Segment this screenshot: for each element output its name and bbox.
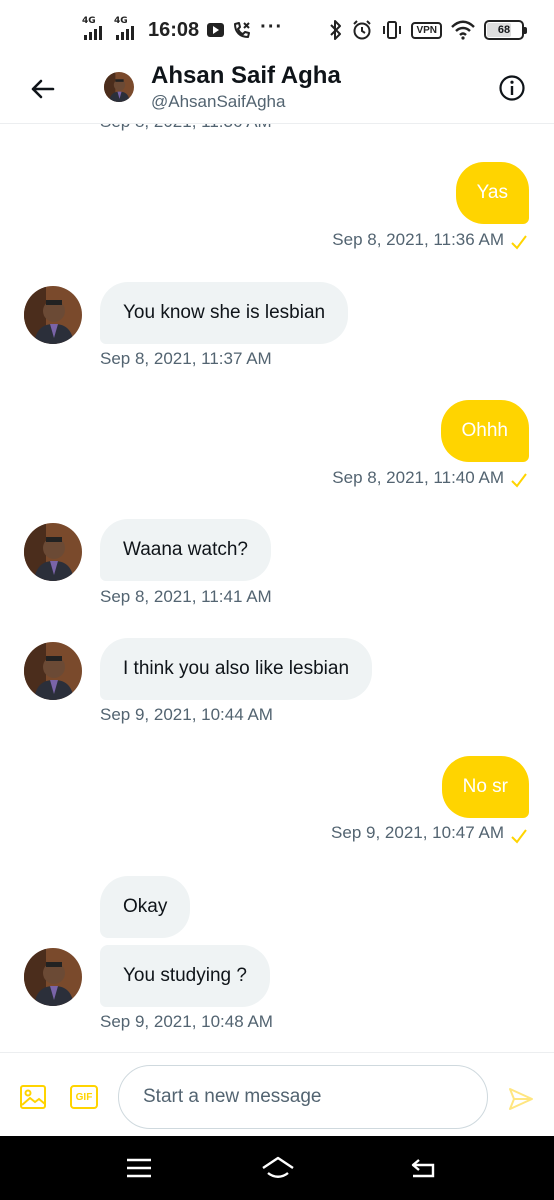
message-timestamp: Sep 8, 2021, 11:37 AM — [100, 349, 272, 368]
contact-avatar[interactable] — [24, 948, 82, 1006]
message-timestamp: Sep 8, 2021, 11:40 AM — [332, 468, 504, 487]
incoming-message-bubble[interactable]: Waana watch? — [100, 519, 271, 581]
contact-avatar[interactable] — [24, 642, 82, 700]
message-composer: GIF Start a new message — [0, 1052, 554, 1136]
alarm-icon — [353, 20, 372, 40]
message-timestamp: Sep 9, 2021, 10:44 AM — [100, 705, 273, 724]
status-bar-left: 4G 4G 16:08 ··· — [82, 16, 283, 44]
menu-icon[interactable] — [123, 1154, 155, 1182]
incoming-message-bubble[interactable]: You know she is lesbian — [100, 282, 349, 344]
vibrate-icon — [383, 21, 402, 39]
network-type-1: 4G — [82, 16, 96, 26]
cell-signal-icon: 4G — [82, 16, 106, 42]
status-time: 16:08 — [148, 18, 200, 41]
message-input[interactable]: Start a new message — [118, 1065, 488, 1129]
back-icon[interactable] — [407, 1154, 439, 1182]
back-arrow-icon[interactable] — [28, 74, 58, 104]
home-icon[interactable] — [260, 1154, 296, 1182]
contact-name[interactable]: Ahsan Saif Agha — [151, 62, 341, 90]
battery-icon: 68 — [484, 20, 527, 40]
send-icon[interactable] — [507, 1085, 535, 1113]
outgoing-message-bubble[interactable]: Yas — [455, 162, 529, 224]
sent-check-icon — [511, 473, 527, 488]
sent-check-icon — [511, 235, 527, 250]
outgoing-message-bubble[interactable]: Ohhh — [440, 400, 529, 462]
vpn-badge: VPN — [411, 21, 442, 39]
outgoing-message-bubble[interactable]: No sr — [441, 756, 529, 818]
sent-check-icon — [511, 829, 527, 844]
message-timestamp: Sep 8, 2021, 11:36 AM — [332, 230, 504, 249]
more-notifications-icon: ··· — [260, 15, 284, 38]
system-nav-bar — [0, 1136, 554, 1200]
missed-call-icon — [234, 22, 251, 38]
message-list[interactable]: Sep 8, 2021, 11:36 AM Yas Sep 8, 2021, 1… — [0, 124, 554, 1052]
incoming-message-bubble[interactable]: You studying ? — [100, 945, 270, 1007]
message-timestamp: Sep 9, 2021, 10:47 AM — [331, 823, 504, 842]
bluetooth-icon — [330, 20, 342, 40]
contact-avatar[interactable] — [24, 286, 82, 344]
network-type-2: 4G — [114, 16, 128, 26]
youtube-icon — [207, 23, 225, 37]
cell-signal-icon-2: 4G — [114, 16, 138, 42]
image-icon[interactable] — [19, 1083, 47, 1111]
incoming-message-bubble[interactable]: I think you also like lesbian — [100, 638, 373, 700]
contact-handle[interactable]: @AhsanSaifAgha — [151, 92, 285, 112]
conversation-header: Ahsan Saif Agha @AhsanSaifAgha — [0, 58, 554, 124]
contact-avatar[interactable] — [24, 523, 82, 581]
gif-button[interactable]: GIF — [70, 1085, 98, 1109]
status-bar: 4G 4G 16:08 ··· VPN 68 — [0, 0, 554, 58]
message-timestamp-partial: Sep 8, 2021, 11:36 AM — [100, 124, 272, 132]
message-timestamp: Sep 8, 2021, 11:41 AM — [100, 587, 272, 606]
incoming-message-bubble[interactable]: Okay — [100, 876, 191, 938]
status-bar-right: VPN 68 — [329, 16, 527, 44]
header-avatar[interactable] — [104, 72, 134, 102]
info-icon[interactable] — [498, 74, 526, 102]
message-timestamp: Sep 9, 2021, 10:48 AM — [100, 1012, 273, 1031]
wifi-icon — [451, 20, 475, 40]
